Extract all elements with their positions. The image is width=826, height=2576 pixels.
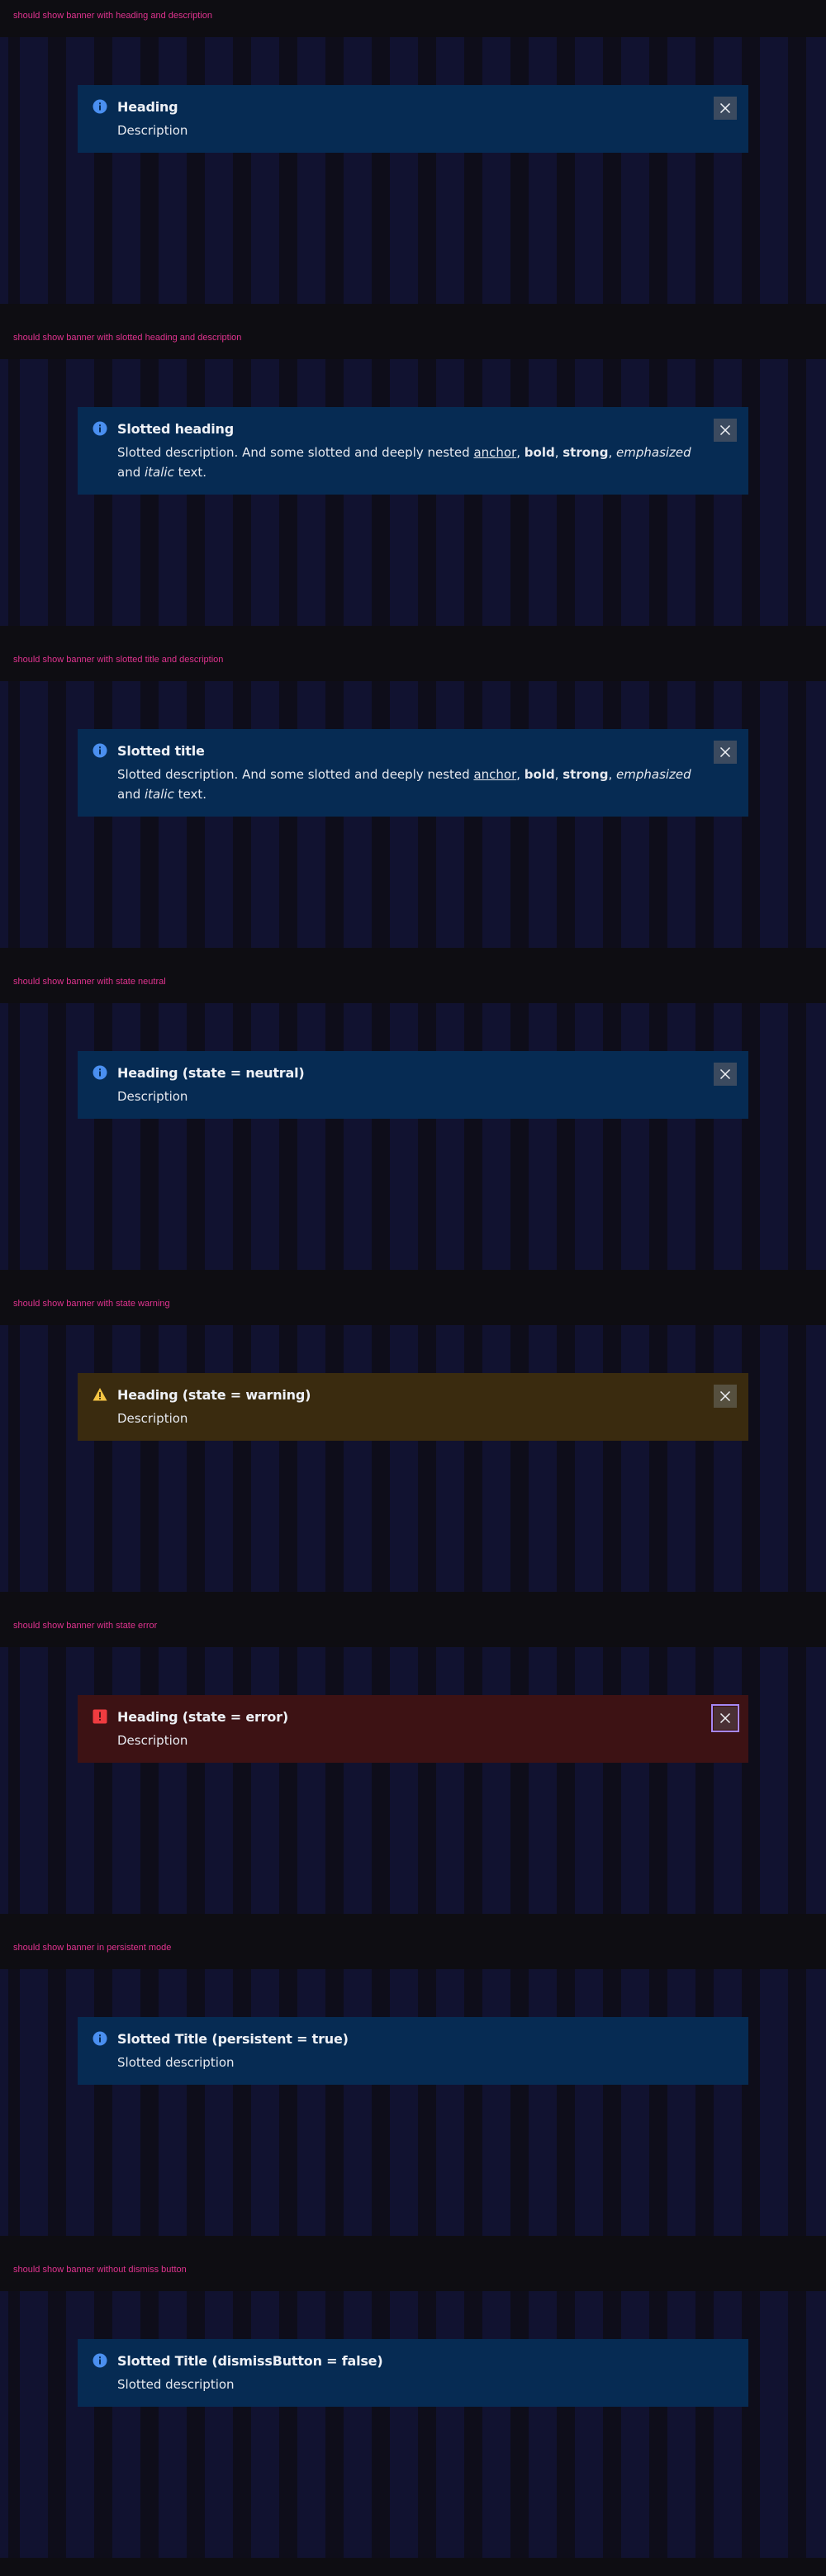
banner: Heading Description bbox=[78, 85, 748, 153]
close-icon bbox=[719, 424, 731, 436]
banner-description: Description bbox=[117, 1733, 188, 1748]
banner-heading: Slotted title bbox=[117, 743, 205, 759]
close-icon bbox=[719, 1712, 731, 1724]
test-section-heading-description: should show banner with heading and desc… bbox=[0, 0, 826, 322]
banner-stage: Slotted Title (dismissButton = false) Sl… bbox=[0, 2291, 826, 2558]
banner-description: Description bbox=[117, 1411, 188, 1426]
info-icon bbox=[93, 743, 107, 758]
banner: Heading (state = neutral) Description bbox=[78, 1051, 748, 1119]
dismiss-button[interactable] bbox=[714, 419, 737, 442]
dismiss-button[interactable] bbox=[711, 1704, 739, 1732]
banner-description: Description bbox=[117, 123, 188, 138]
test-section-no-dismiss: should show banner without dismiss butto… bbox=[0, 2254, 826, 2576]
banner-heading: Slotted Title (dismissButton = false) bbox=[117, 2353, 383, 2369]
info-icon bbox=[93, 1065, 107, 1080]
banner-heading: Heading (state = warning) bbox=[117, 1387, 311, 1403]
section-label: should show banner with heading and desc… bbox=[13, 11, 212, 21]
error-icon bbox=[93, 1709, 107, 1724]
banner-stage: Slotted title Slotted description. And s… bbox=[0, 681, 826, 948]
banner: Heading (state = warning) Description bbox=[78, 1373, 748, 1441]
description-anchor-link[interactable]: anchor bbox=[473, 767, 516, 782]
dismiss-button[interactable] bbox=[714, 741, 737, 764]
banner: Slotted title Slotted description. And s… bbox=[78, 729, 748, 817]
info-icon bbox=[93, 421, 107, 436]
section-label: should show banner with state neutral bbox=[13, 977, 166, 987]
banner-description: Slotted description. And some slotted an… bbox=[117, 445, 691, 480]
banner-heading: Heading (state = neutral) bbox=[117, 1065, 305, 1081]
description-anchor-link[interactable]: anchor bbox=[473, 445, 516, 460]
test-section-slotted-title: should show banner with slotted title an… bbox=[0, 644, 826, 966]
section-label: should show banner with state error bbox=[13, 1621, 158, 1631]
banner-stage: Heading (state = neutral) Description bbox=[0, 1003, 826, 1270]
banner-heading: Heading (state = error) bbox=[117, 1709, 288, 1725]
banner-stage: Heading Description bbox=[0, 37, 826, 304]
warning-icon bbox=[93, 1387, 107, 1402]
banner-stage: Heading (state = error) Description bbox=[0, 1647, 826, 1914]
info-icon bbox=[93, 2353, 107, 2368]
banner: Slotted Title (persistent = true) Slotte… bbox=[78, 2017, 748, 2085]
section-label: should show banner in persistent mode bbox=[13, 1943, 172, 1953]
banner-description: Slotted description. And some slotted an… bbox=[117, 767, 691, 802]
banner-heading: Heading bbox=[117, 99, 178, 115]
test-section-state-error: should show banner with state error Head… bbox=[0, 1610, 826, 1932]
banner-heading: Slotted Title (persistent = true) bbox=[117, 2031, 349, 2047]
info-icon bbox=[93, 2031, 107, 2046]
banner: Slotted Title (dismissButton = false) Sl… bbox=[78, 2339, 748, 2407]
banner-description: Description bbox=[117, 1089, 188, 1104]
dismiss-button[interactable] bbox=[714, 97, 737, 120]
test-section-slotted-heading: should show banner with slotted heading … bbox=[0, 322, 826, 644]
dismiss-button[interactable] bbox=[714, 1063, 737, 1086]
banner-description: Slotted description bbox=[117, 2055, 235, 2070]
info-icon bbox=[93, 99, 107, 114]
close-icon bbox=[719, 102, 731, 114]
section-label: should show banner without dismiss butto… bbox=[13, 2265, 187, 2275]
banner-stage: Slotted Title (persistent = true) Slotte… bbox=[0, 1969, 826, 2236]
banner: Heading (state = error) Description bbox=[78, 1695, 748, 1763]
test-section-state-neutral: should show banner with state neutral He… bbox=[0, 966, 826, 1288]
banner-stage: Slotted heading Slotted description. And… bbox=[0, 359, 826, 626]
close-icon bbox=[719, 1068, 731, 1080]
test-section-persistent: should show banner in persistent mode Sl… bbox=[0, 1932, 826, 2254]
close-icon bbox=[719, 1390, 731, 1402]
close-icon bbox=[719, 746, 731, 758]
dismiss-button[interactable] bbox=[714, 1385, 737, 1408]
section-label: should show banner with state warning bbox=[13, 1299, 170, 1309]
banner-heading: Slotted heading bbox=[117, 421, 234, 437]
banner: Slotted heading Slotted description. And… bbox=[78, 407, 748, 495]
banner-description: Slotted description bbox=[117, 2377, 235, 2392]
banner-stage: Heading (state = warning) Description bbox=[0, 1325, 826, 1592]
test-section-state-warning: should show banner with state warning He… bbox=[0, 1288, 826, 1610]
section-label: should show banner with slotted title an… bbox=[13, 655, 224, 665]
section-label: should show banner with slotted heading … bbox=[13, 333, 242, 343]
